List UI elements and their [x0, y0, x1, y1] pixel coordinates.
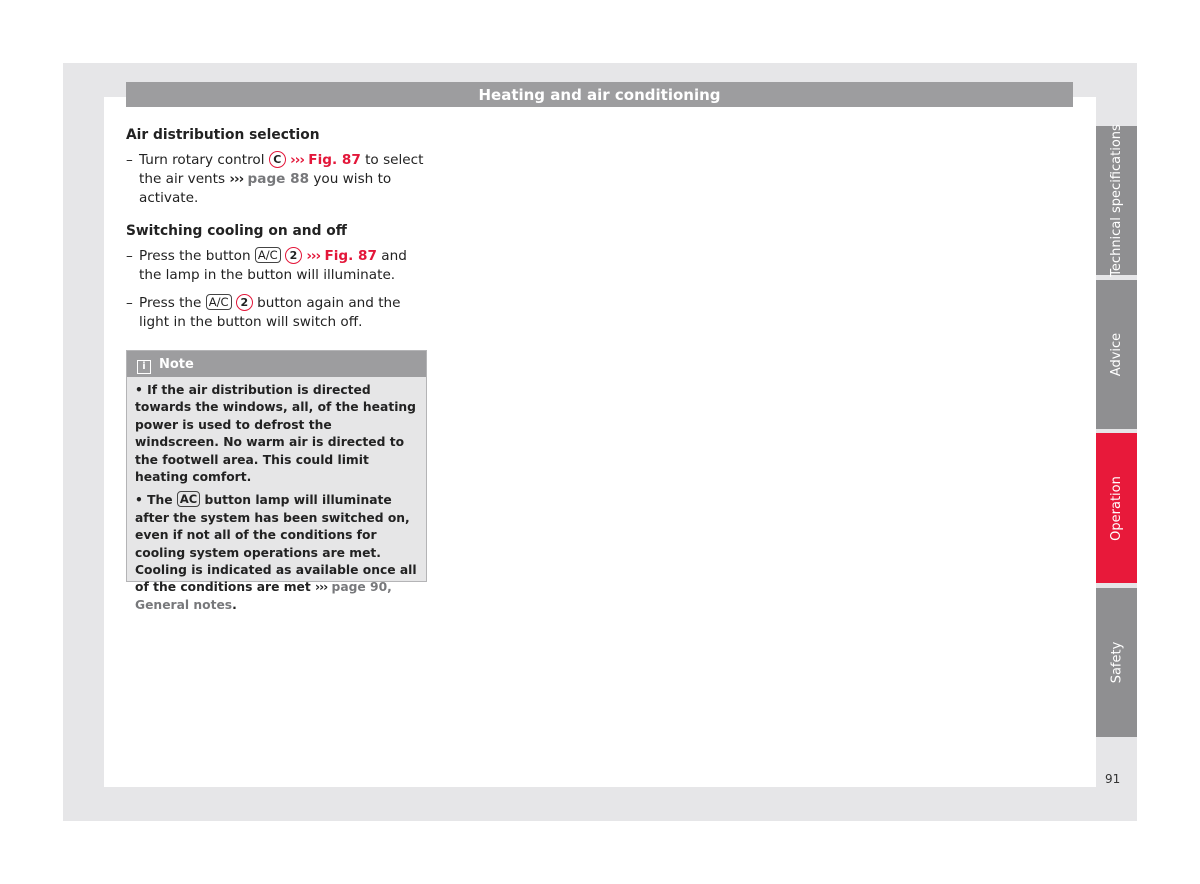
fig-87-link[interactable]: Fig. 87 — [324, 248, 377, 264]
info-icon: i — [137, 360, 151, 374]
ac-button-key: A/C — [254, 247, 281, 263]
chapter-header: Heating and air conditioning — [126, 82, 1073, 107]
main-column: Air distribution selection – Turn rotary… — [126, 126, 426, 341]
chapter-title: Heating and air conditioning — [478, 86, 721, 104]
list-item: – Press the A/C 2 button again and the l… — [126, 294, 401, 330]
ac-button-key: A/C — [205, 294, 232, 310]
reference-arrows-icon: ››› — [229, 171, 244, 187]
callout-2-marker: 2 — [235, 294, 253, 311]
dash-bullet: – — [126, 295, 133, 311]
fig-87-link[interactable]: Fig. 87 — [308, 152, 361, 168]
note-paragraph-2: • The AC button lamp will illuminate aft… — [135, 491, 417, 612]
tab-operation[interactable]: Operation — [1096, 433, 1137, 583]
page-88-link[interactable]: page 88 — [248, 171, 310, 187]
callout-2-marker: 2 — [285, 247, 302, 264]
dash-bullet: – — [126, 248, 133, 264]
tab-safety[interactable]: Safety — [1096, 588, 1137, 737]
section-heading-air-distribution: Air distribution selection — [126, 127, 320, 143]
tab-technical-specifications[interactable]: Technical specifications — [1096, 124, 1137, 277]
note-box: i Note • If the air distribution is direc… — [126, 350, 427, 612]
ac-button-key: AC — [176, 491, 201, 508]
list-item: – Turn rotary control C ››› Fig. 87 to s… — [126, 151, 424, 206]
reference-arrows-icon: ››› — [306, 248, 321, 264]
control-c-marker: C — [268, 151, 286, 168]
note-body: • If the air distribution is directed to… — [127, 377, 426, 614]
note-header: i Note — [127, 351, 426, 377]
section-heading-cooling: Switching cooling on and off — [126, 223, 347, 239]
tab-advice[interactable]: Advice — [1096, 280, 1137, 429]
page-number: 91 — [1105, 772, 1121, 786]
note-paragraph-1: • If the air distribution is directed to… — [135, 383, 416, 485]
dash-bullet: – — [126, 152, 133, 168]
reference-arrows-icon: ››› — [315, 580, 328, 595]
list-item: – Press the button A/C 2 ››› Fig. 87 and… — [126, 247, 407, 283]
reference-arrows-icon: ››› — [290, 152, 305, 168]
note-title: Note — [159, 357, 194, 372]
